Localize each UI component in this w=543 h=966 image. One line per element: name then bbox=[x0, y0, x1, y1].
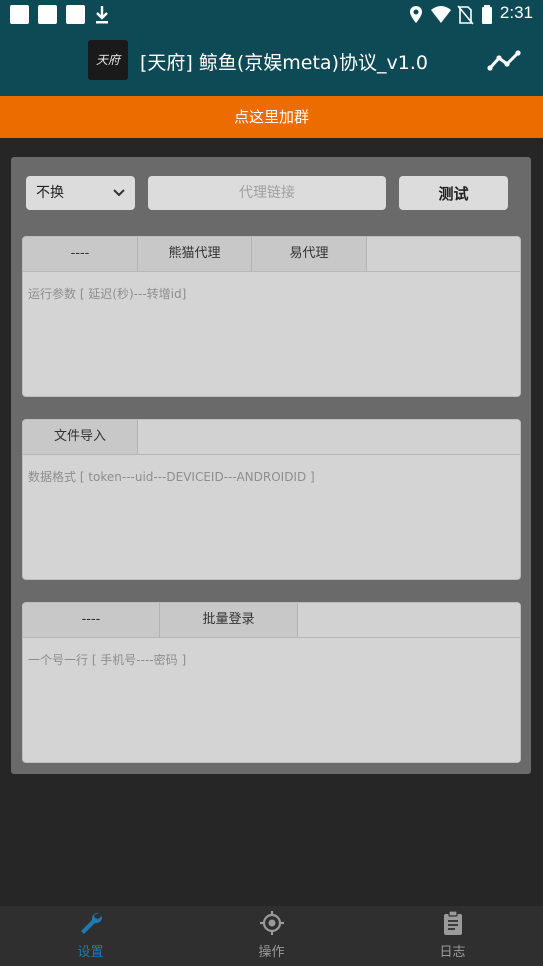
location-icon bbox=[410, 6, 422, 23]
wrench-icon bbox=[80, 912, 102, 934]
tab-none[interactable]: ---- bbox=[23, 603, 160, 637]
proxy-mode-value: 不换 bbox=[36, 185, 64, 201]
bottom-navigation: 设置 操作 日志 bbox=[0, 906, 543, 966]
proxy-link-input[interactable] bbox=[148, 176, 386, 210]
chevron-down-icon bbox=[113, 189, 125, 197]
batch-login-section: ---- 批量登录 bbox=[22, 602, 521, 763]
batch-login-button[interactable]: 批量登录 bbox=[160, 603, 298, 637]
download-icon bbox=[96, 6, 108, 24]
tab-none[interactable]: ---- bbox=[23, 237, 138, 271]
nav-settings[interactable]: 设置 bbox=[0, 906, 181, 966]
nav-operations[interactable]: 操作 bbox=[181, 906, 362, 966]
status-time: 2:31 bbox=[499, 3, 533, 22]
tab-easy-proxy[interactable]: 易代理 bbox=[252, 237, 367, 271]
app-title: [天府] 鲸鱼(京娱meta)协议_v1.0 bbox=[140, 52, 428, 74]
clipboard-icon bbox=[443, 910, 462, 935]
app-notification-icon bbox=[66, 5, 85, 24]
run-params-input[interactable] bbox=[23, 272, 520, 396]
nav-log[interactable]: 日志 bbox=[362, 906, 543, 966]
no-sim-icon bbox=[457, 5, 474, 25]
test-button[interactable]: 测试 bbox=[399, 176, 508, 210]
nav-log-label: 日志 bbox=[439, 945, 466, 960]
account-list-input[interactable] bbox=[23, 638, 520, 762]
file-import-button[interactable]: 文件导入 bbox=[23, 420, 138, 454]
nav-settings-label: 设置 bbox=[77, 945, 104, 960]
login-tabs: ---- 批量登录 bbox=[23, 603, 520, 638]
data-import-section: 文件导入 bbox=[22, 419, 521, 580]
run-params-section: ---- 熊猫代理 易代理 bbox=[22, 236, 521, 397]
nav-operations-label: 操作 bbox=[258, 945, 285, 960]
proxy-provider-tabs: ---- 熊猫代理 易代理 bbox=[23, 237, 520, 272]
app-logo: 天府 bbox=[88, 40, 128, 80]
target-icon bbox=[259, 911, 284, 935]
wifi-icon bbox=[431, 6, 451, 23]
app-notification-icon bbox=[38, 5, 57, 24]
join-group-banner[interactable]: 点这里加群 bbox=[0, 96, 543, 138]
status-bar: 2:31 bbox=[0, 0, 543, 32]
app-notification-icon bbox=[10, 5, 29, 24]
proxy-mode-select[interactable]: 不换 bbox=[26, 176, 135, 210]
trending-chart-icon[interactable] bbox=[487, 48, 521, 74]
import-tabs: 文件导入 bbox=[23, 420, 520, 455]
tab-panda-proxy[interactable]: 熊猫代理 bbox=[138, 237, 252, 271]
data-format-input[interactable] bbox=[23, 455, 520, 579]
app-bar: 天府 [天府] 鲸鱼(京娱meta)协议_v1.0 bbox=[0, 32, 543, 96]
battery-icon bbox=[482, 5, 492, 24]
